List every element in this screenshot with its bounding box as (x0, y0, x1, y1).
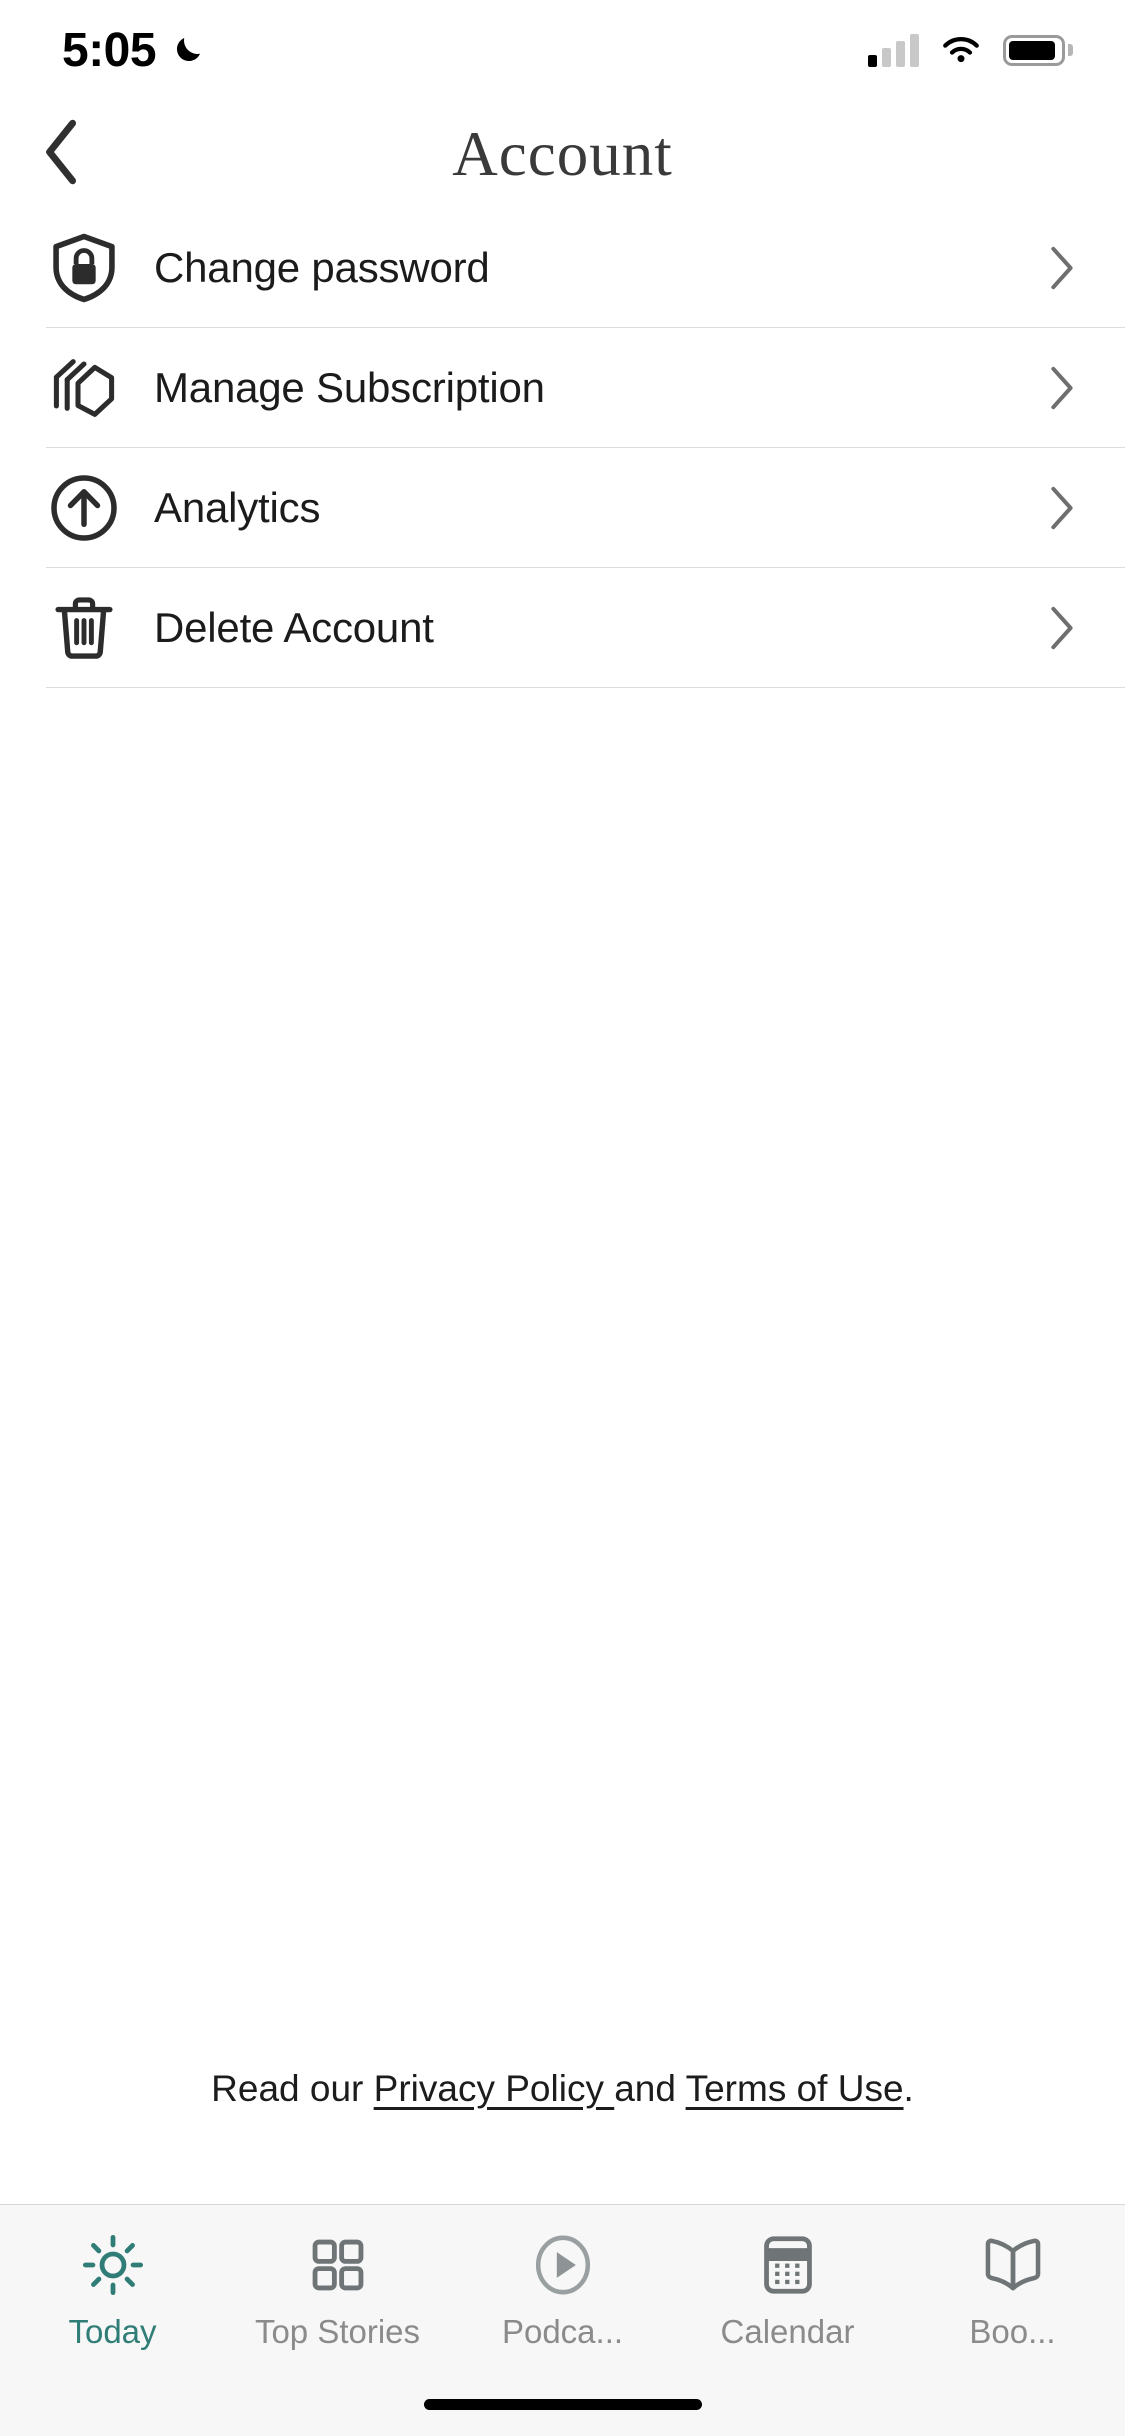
legal-conjunction: and (614, 2068, 686, 2109)
tab-calendar[interactable]: Calendar (675, 2233, 900, 2351)
home-indicator (423, 2399, 702, 2410)
open-book-icon (981, 2233, 1045, 2297)
stacked-pages-icon (46, 350, 122, 426)
list-item-label: Delete Account (154, 604, 434, 651)
legal-footer: Read our Privacy Policy and Terms of Use… (0, 2068, 1125, 2110)
shield-lock-icon (46, 230, 122, 306)
tab-top-stories[interactable]: Top Stories (225, 2233, 450, 2351)
crescent-moon-icon (170, 32, 206, 68)
status-bar-right (868, 33, 1073, 67)
privacy-policy-link[interactable]: Privacy Policy (374, 2068, 615, 2109)
list-item-analytics[interactable]: Analytics (0, 448, 1125, 568)
tab-label: Today (68, 2313, 157, 2350)
legal-prefix: Read our (211, 2068, 374, 2109)
tab-label: Boo... (969, 2313, 1056, 2350)
legal-suffix: . (903, 2068, 914, 2109)
list-item-label: Manage Subscription (154, 364, 545, 411)
list-item-label: Change password (154, 244, 490, 291)
grid-squares-icon (306, 2233, 370, 2297)
chevron-right-icon (1041, 606, 1081, 650)
tab-label: Calendar (720, 2313, 855, 2350)
terms-of-use-link[interactable]: Terms of Use (686, 2068, 904, 2109)
navigation-bar: Account (0, 100, 1125, 208)
account-settings-list: Change password Manage Subscription Anal… (0, 208, 1125, 688)
page-title: Account (452, 118, 673, 189)
status-bar: 5:05 (0, 0, 1125, 100)
list-item-change-password[interactable]: Change password (0, 208, 1125, 328)
chevron-right-icon (1041, 246, 1081, 290)
list-item-manage-subscription[interactable]: Manage Subscription (0, 328, 1125, 448)
tab-label: Podca... (501, 2313, 624, 2350)
calendar-icon (756, 2233, 820, 2297)
cellular-signal-icon (868, 33, 919, 67)
tab-label: Top Stories (254, 2313, 421, 2350)
battery-icon (1003, 34, 1073, 66)
wifi-icon (939, 33, 983, 67)
status-bar-left: 5:05 (62, 23, 206, 78)
play-circle-icon (531, 2233, 595, 2297)
tab-books[interactable]: Boo... (900, 2233, 1125, 2351)
sun-icon (81, 2233, 145, 2297)
list-item-delete-account[interactable]: Delete Account (0, 568, 1125, 688)
list-item-label: Analytics (154, 484, 321, 531)
status-time: 5:05 (62, 23, 157, 77)
arrow-up-circle-icon (46, 470, 122, 546)
tab-podcasts[interactable]: Podca... (450, 2233, 675, 2351)
trash-icon (46, 590, 122, 666)
chevron-right-icon (1041, 486, 1081, 530)
chevron-right-icon (1041, 366, 1081, 410)
tab-today[interactable]: Today (0, 2233, 225, 2351)
